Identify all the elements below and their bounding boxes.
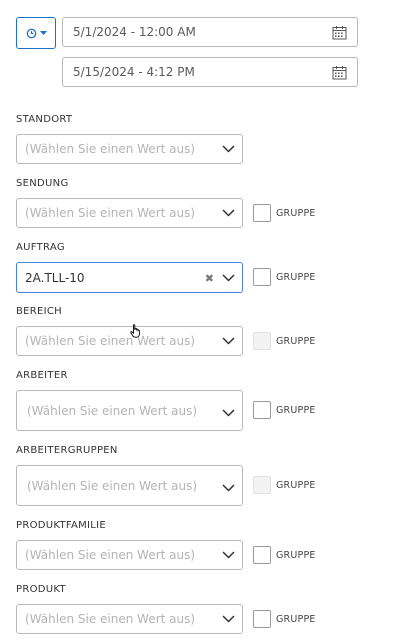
filter-label-produktfamilie: PRODUKTFAMILIE [16,520,107,531]
chevron-down-icon [222,409,235,417]
filter-label-standort: STANDORT [16,114,73,125]
arbeiter-group-label: GRUPPE [276,405,316,416]
standort-select[interactable]: (Wählen Sie einen Wert aus) [16,134,243,164]
chevron-down-icon [222,337,235,345]
filter-label-arbeitergruppen: ARBEITERGRUPPEN [16,445,118,456]
auftrag-group-checkbox[interactable] [253,268,271,286]
select-placeholder: (Wählen Sie einen Wert aus) [25,142,196,156]
select-placeholder: (Wählen Sie einen Wert aus) [25,612,196,626]
produktfamilie-select[interactable]: (Wählen Sie einen Wert aus) [16,540,243,570]
sendung-group-checkbox[interactable] [253,204,271,222]
select-placeholder: (Wählen Sie einen Wert aus) [27,403,198,418]
end-date-value: 5/15/2024 - 4:12 PM [73,65,195,79]
sendung-select[interactable]: (Wählen Sie einen Wert aus) [16,198,243,228]
hand-cursor-icon [130,324,140,338]
auftrag-select[interactable]: 2A.TLL-10 ✖ [16,262,243,293]
start-date-input[interactable]: 5/1/2024 - 12:00 AM [62,17,358,47]
time-preset-button[interactable] [16,17,56,49]
bereich-group-checkbox [253,332,271,350]
arbeiter-group-checkbox[interactable] [253,401,271,419]
select-placeholder: (Wählen Sie einen Wert aus) [25,206,196,220]
chevron-down-icon [222,615,235,623]
produktfamilie-group-label: GRUPPE [276,550,316,561]
filter-label-sendung: SENDUNG [16,178,69,189]
produkt-select[interactable]: (Wählen Sie einen Wert aus) [16,604,243,634]
auftrag-selected-value: 2A.TLL-10 [25,270,85,285]
arbeitergruppen-group-label: GRUPPE [276,480,316,491]
produktfamilie-group-checkbox[interactable] [253,546,271,564]
clear-icon[interactable]: ✖ [205,272,214,285]
filter-label-bereich: BEREICH [16,306,62,317]
filter-label-produkt: PRODUKT [16,584,66,595]
chevron-down-icon [222,273,235,282]
produkt-group-label: GRUPPE [276,614,316,625]
filter-label-auftrag: AUFTRAG [16,242,65,253]
auftrag-group-label: GRUPPE [276,272,316,283]
arbeitergruppen-select[interactable]: (Wählen Sie einen Wert aus) [16,465,243,506]
select-placeholder: (Wählen Sie einen Wert aus) [25,548,196,562]
select-placeholder: (Wählen Sie einen Wert aus) [27,478,198,493]
arbeitergruppen-group-checkbox [253,476,271,494]
produkt-group-checkbox[interactable] [253,610,271,628]
arbeiter-select[interactable]: (Wählen Sie einen Wert aus) [16,390,243,431]
chevron-down-icon [222,145,235,153]
sendung-group-label: GRUPPE [276,208,316,219]
end-date-input[interactable]: 5/15/2024 - 4:12 PM [62,57,358,87]
clock-icon [26,28,36,38]
chevron-down-icon [222,209,235,217]
select-placeholder: (Wählen Sie einen Wert aus) [25,334,196,348]
bereich-group-label: GRUPPE [276,336,316,347]
start-date-value: 5/1/2024 - 12:00 AM [73,25,196,39]
calendar-icon[interactable] [332,25,347,40]
chevron-down-icon [222,551,235,559]
filter-label-arbeiter: ARBEITER [16,370,68,381]
chevron-down-icon [222,484,235,492]
caret-down-icon [39,30,47,35]
calendar-icon[interactable] [332,65,347,80]
